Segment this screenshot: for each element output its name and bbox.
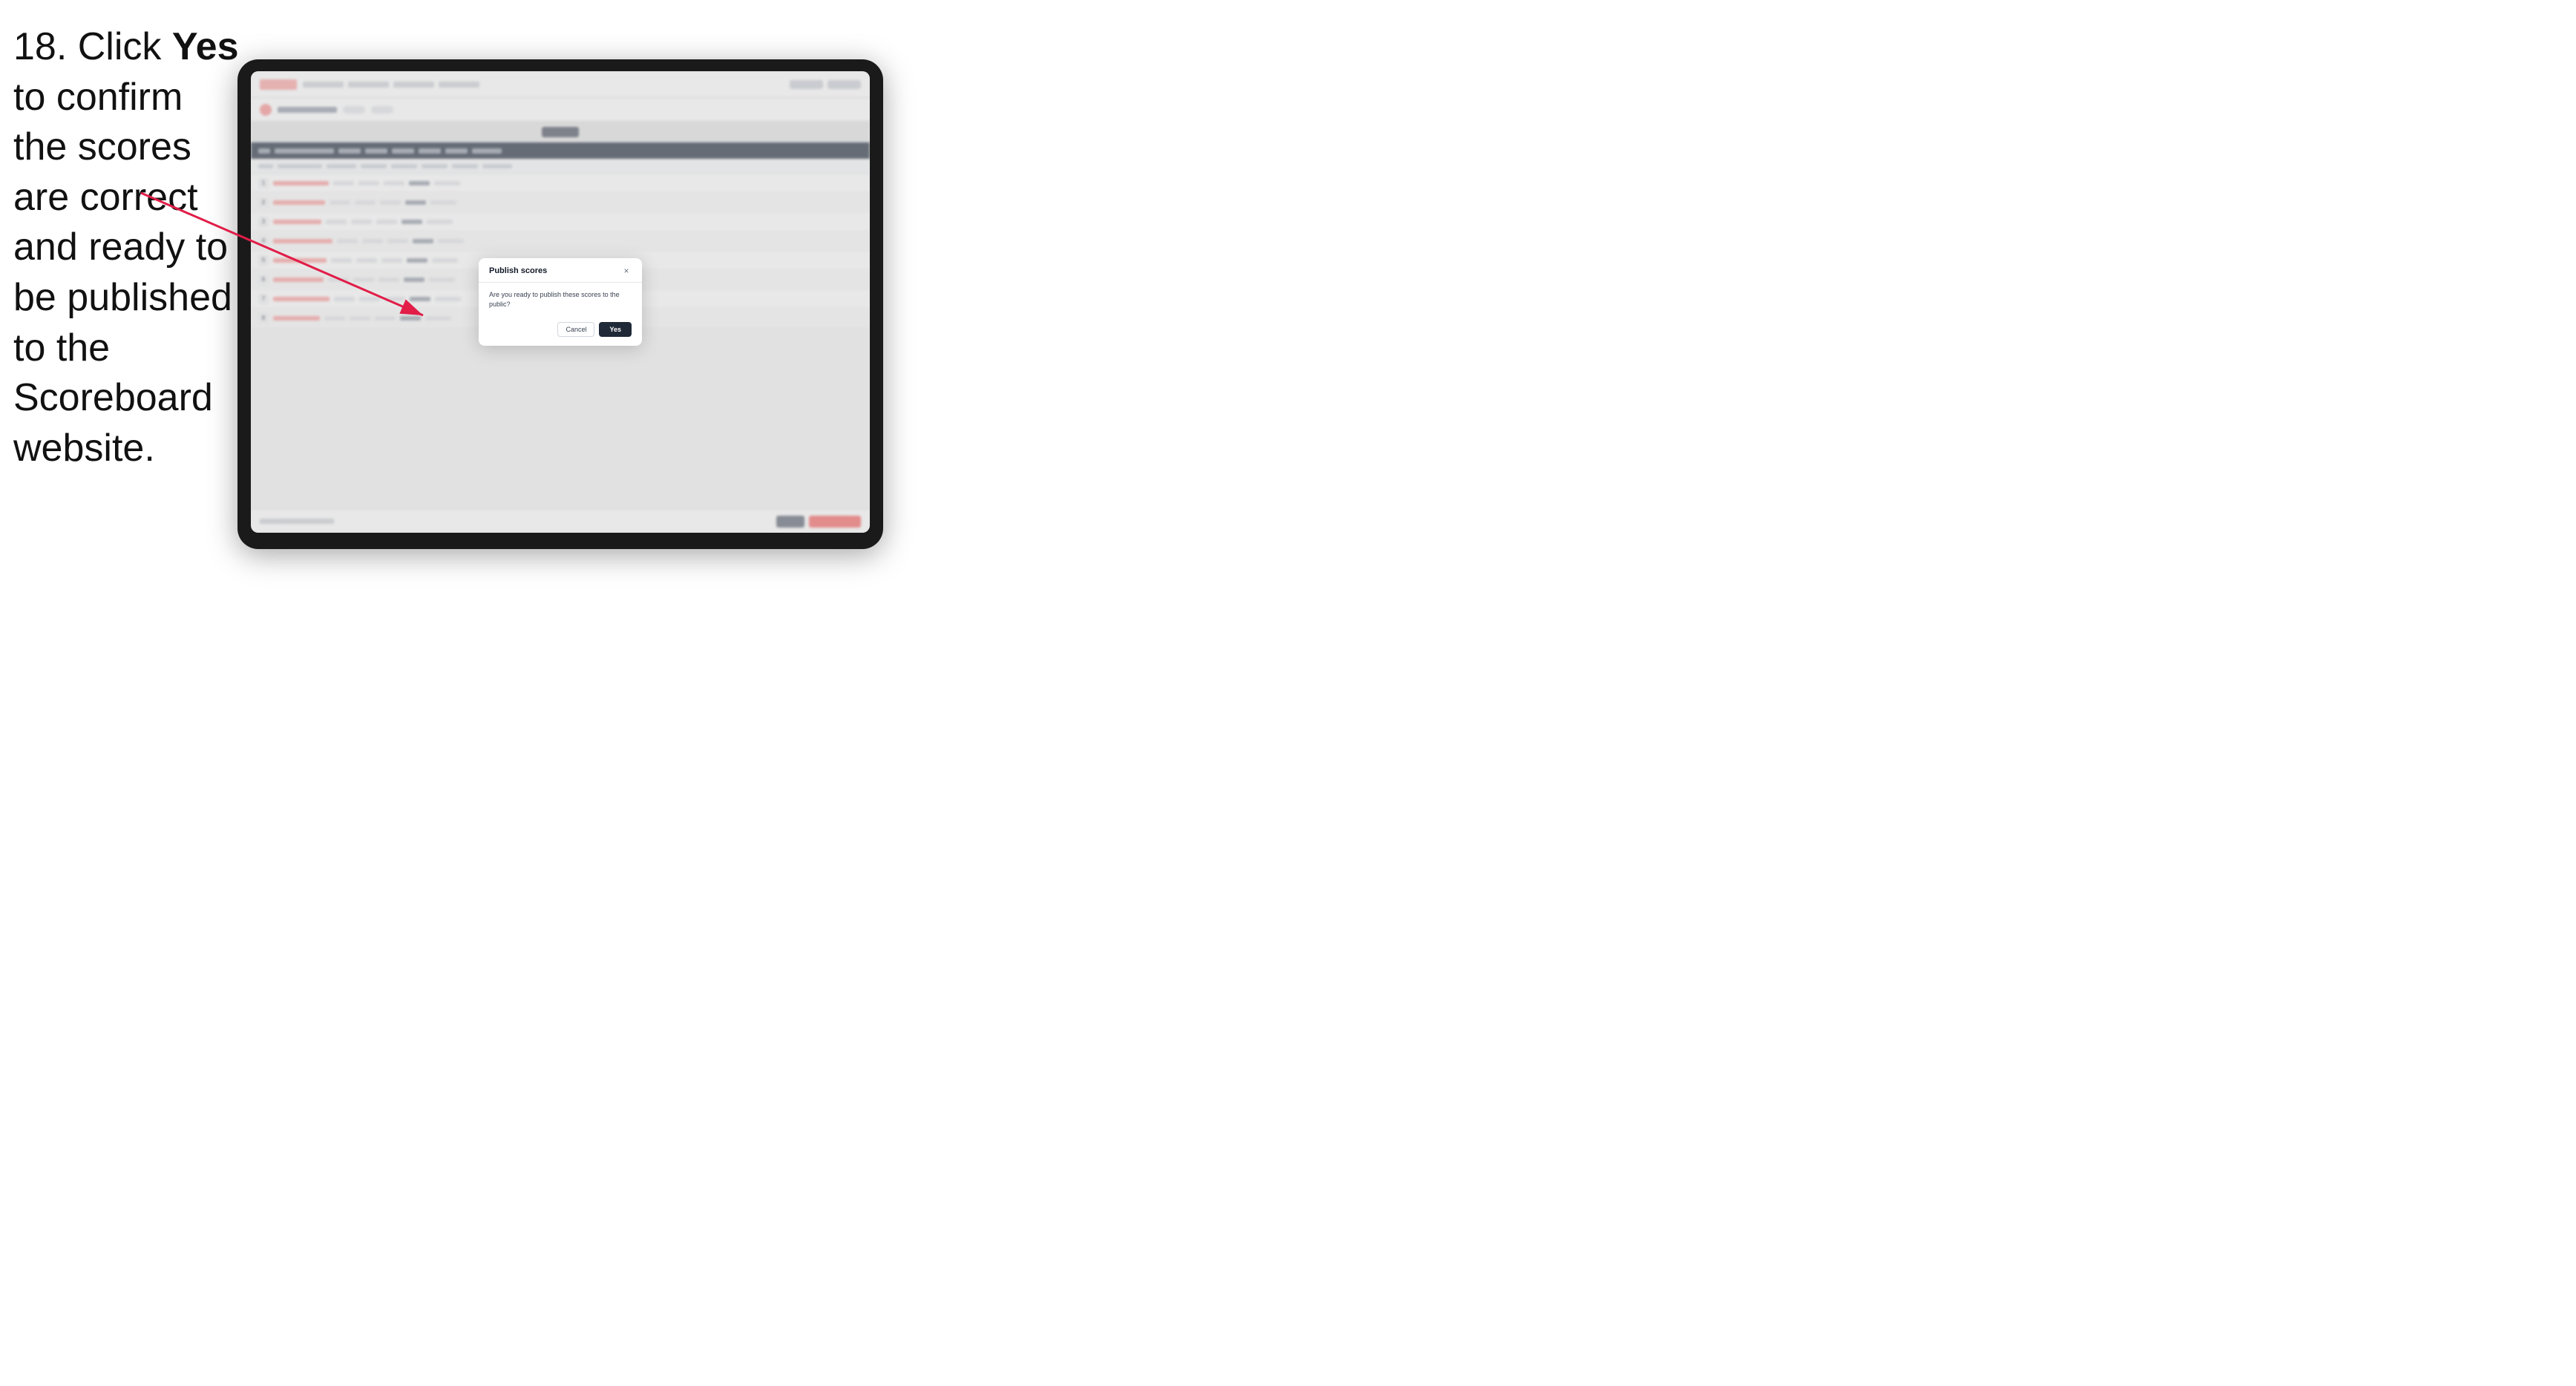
cancel-button[interactable]: Cancel xyxy=(557,322,594,337)
tablet-device: 1 2 3 xyxy=(237,59,883,549)
yes-button[interactable]: Yes xyxy=(599,322,632,337)
modal-footer: Cancel Yes xyxy=(479,316,642,346)
modal-message: Are you ready to publish these scores to… xyxy=(489,290,632,309)
instruction-bold: Yes xyxy=(172,25,239,68)
modal-title: Publish scores xyxy=(489,266,547,275)
modal-body: Are you ready to publish these scores to… xyxy=(479,283,642,316)
modal-overlay: Publish scores × Are you ready to publis… xyxy=(251,71,870,533)
instruction-text-part2: to confirm the scores are correct and re… xyxy=(13,76,232,470)
modal-header: Publish scores × xyxy=(479,258,642,283)
instruction-text: 18. Click Yes to confirm the scores are … xyxy=(13,22,243,473)
publish-scores-dialog: Publish scores × Are you ready to publis… xyxy=(479,258,642,346)
instruction-number: 18. xyxy=(13,25,67,68)
tablet-screen: 1 2 3 xyxy=(251,71,870,533)
instruction-text-part1: Click xyxy=(67,25,172,68)
modal-close-button[interactable]: × xyxy=(621,266,632,276)
